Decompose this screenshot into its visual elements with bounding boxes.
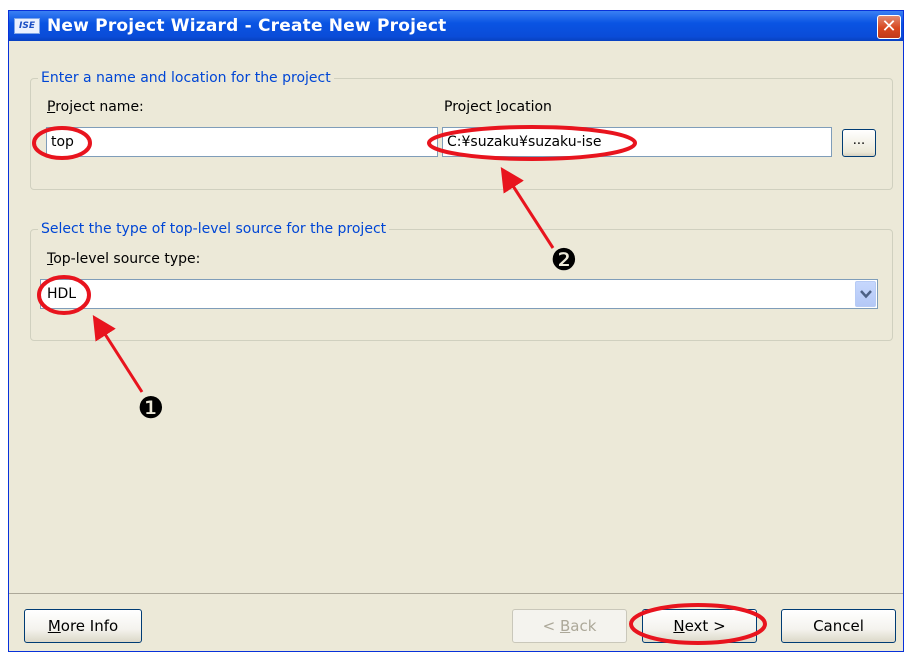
cancel-button[interactable]: Cancel xyxy=(781,609,896,643)
browse-button[interactable]: ... xyxy=(842,129,876,157)
source-type-value: HDL xyxy=(47,286,77,302)
next-button[interactable]: Next > xyxy=(642,609,757,643)
back-button[interactable]: < Back xyxy=(512,609,627,643)
close-icon: ✕ xyxy=(881,16,897,37)
project-location-label: Project location xyxy=(444,99,552,115)
project-name-input[interactable]: top xyxy=(46,127,438,157)
dropdown-button[interactable] xyxy=(855,281,876,307)
name-location-legend: Enter a name and location for the projec… xyxy=(41,70,331,86)
window-title: New Project Wizard - Create New Project xyxy=(47,16,447,36)
source-type-legend: Select the type of top-level source for … xyxy=(41,221,387,237)
project-name-label: Project name: xyxy=(47,99,144,115)
title-bar[interactable]: ISE New Project Wizard - Create New Proj… xyxy=(9,11,903,41)
project-name-label-rest: roject name: xyxy=(55,99,144,115)
close-button[interactable]: ✕ xyxy=(877,15,901,39)
ise-app-icon: ISE xyxy=(14,18,40,34)
chevron-down-icon xyxy=(860,290,872,299)
footer-divider xyxy=(9,593,903,594)
source-type-select[interactable]: HDL xyxy=(40,279,878,309)
source-type-label: Top-level source type: xyxy=(47,251,201,267)
project-location-input[interactable]: C:¥suzaku¥suzaku-ise xyxy=(442,127,832,157)
wizard-window: ISE New Project Wizard - Create New Proj… xyxy=(8,10,904,652)
more-info-button[interactable]: More Info xyxy=(24,609,142,643)
